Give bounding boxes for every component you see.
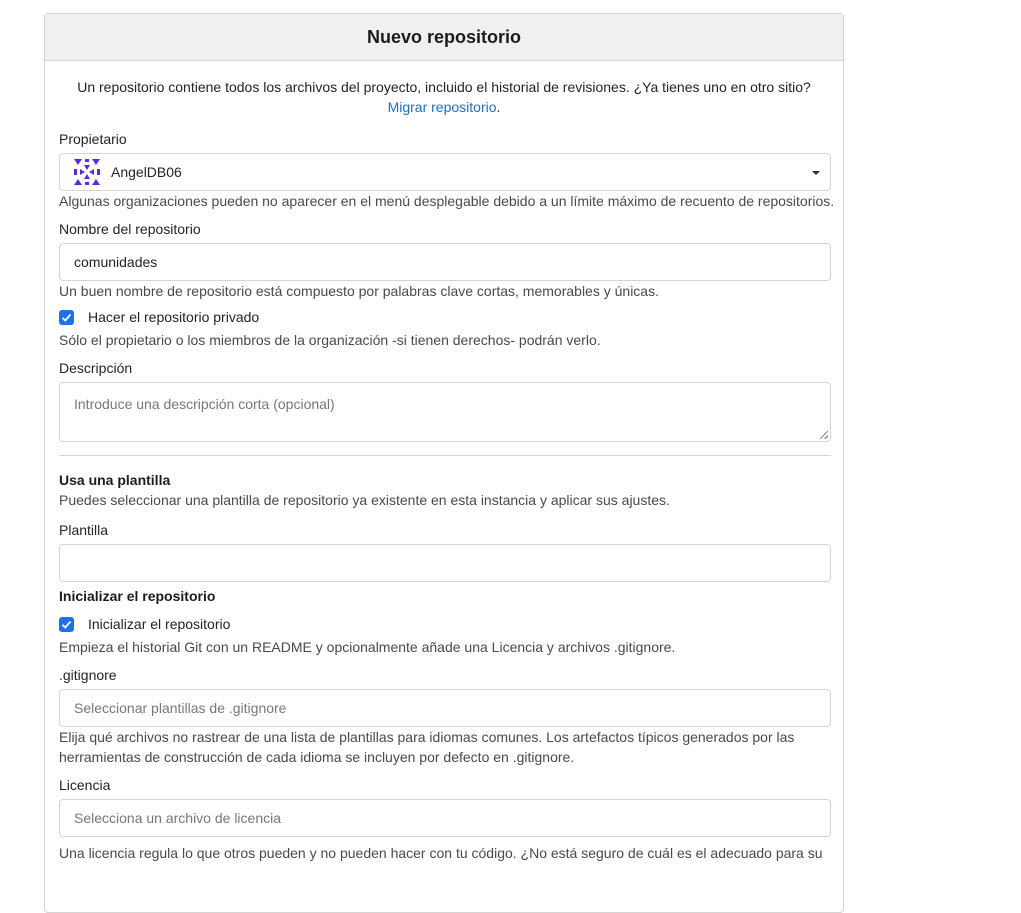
intro-description: Un repositorio contiene todos los archiv…	[77, 79, 811, 95]
intro-suffix: .	[496, 99, 501, 115]
license-help: Una licencia regula lo que otros pueden …	[59, 845, 823, 861]
caret-down-icon	[812, 171, 820, 175]
description-textarea[interactable]: Introduce una descripción corta (opciona…	[59, 382, 831, 442]
init-help: Empieza el historial Git con un README y…	[59, 639, 676, 655]
check-icon	[61, 313, 72, 322]
owner-label: Propietario	[59, 131, 127, 147]
repo-name-help: Un buen nombre de repositorio está compu…	[59, 283, 659, 299]
description-placeholder: Introduce una descripción corta (opciona…	[74, 396, 335, 412]
gitignore-placeholder: Seleccionar plantillas de .gitignore	[74, 700, 287, 716]
owner-value: AngelDB06	[111, 164, 182, 180]
gitignore-label: .gitignore	[59, 667, 117, 683]
private-label: Hacer el repositorio privado	[88, 309, 260, 325]
init-checkbox[interactable]	[59, 616, 74, 632]
private-help: Sólo el propietario o los miembros de la…	[59, 332, 601, 348]
gitignore-help: Elija qué archivos no rastrear de una li…	[59, 729, 795, 765]
license-label: Licencia	[59, 777, 111, 793]
repo-name-input[interactable]: comunidades	[59, 243, 831, 281]
avatar	[72, 157, 102, 187]
gitignore-dropdown[interactable]: Seleccionar plantillas de .gitignore	[59, 689, 831, 727]
migrate-repo-link[interactable]: Migrar repositorio	[388, 99, 497, 115]
description-label: Descripción	[59, 360, 133, 376]
template-label: Plantilla	[59, 522, 109, 538]
template-section-help: Puedes seleccionar una plantilla de repo…	[59, 492, 670, 508]
init-checkbox-row[interactable]: Inicializar el repositorio	[59, 616, 230, 632]
license-placeholder: Selecciona un archivo de licencia	[74, 810, 282, 826]
repo-name-value: comunidades	[74, 254, 158, 270]
template-section-title: Usa una plantilla	[59, 472, 171, 488]
check-icon	[61, 620, 72, 629]
init-checkbox-label: Inicializar el repositorio	[88, 616, 231, 632]
owner-help: Algunas organizaciones pueden no aparece…	[59, 193, 835, 209]
license-dropdown[interactable]: Selecciona un archivo de licencia	[59, 799, 831, 837]
init-section-title: Inicializar el repositorio	[59, 588, 216, 604]
private-checkbox-row[interactable]: Hacer el repositorio privado	[59, 309, 259, 325]
private-checkbox[interactable]	[59, 309, 74, 325]
template-input[interactable]	[59, 544, 831, 582]
resize-grip-icon[interactable]	[820, 431, 828, 439]
divider	[59, 455, 831, 456]
intro-text: Un repositorio contiene todos los archiv…	[45, 77, 843, 117]
repo-name-label: Nombre del repositorio	[59, 221, 201, 237]
page-title: Nuevo repositorio	[45, 14, 843, 61]
new-repo-panel: Nuevo repositorio Un repositorio contien…	[44, 13, 844, 913]
owner-dropdown[interactable]: AngelDB06	[59, 153, 831, 191]
